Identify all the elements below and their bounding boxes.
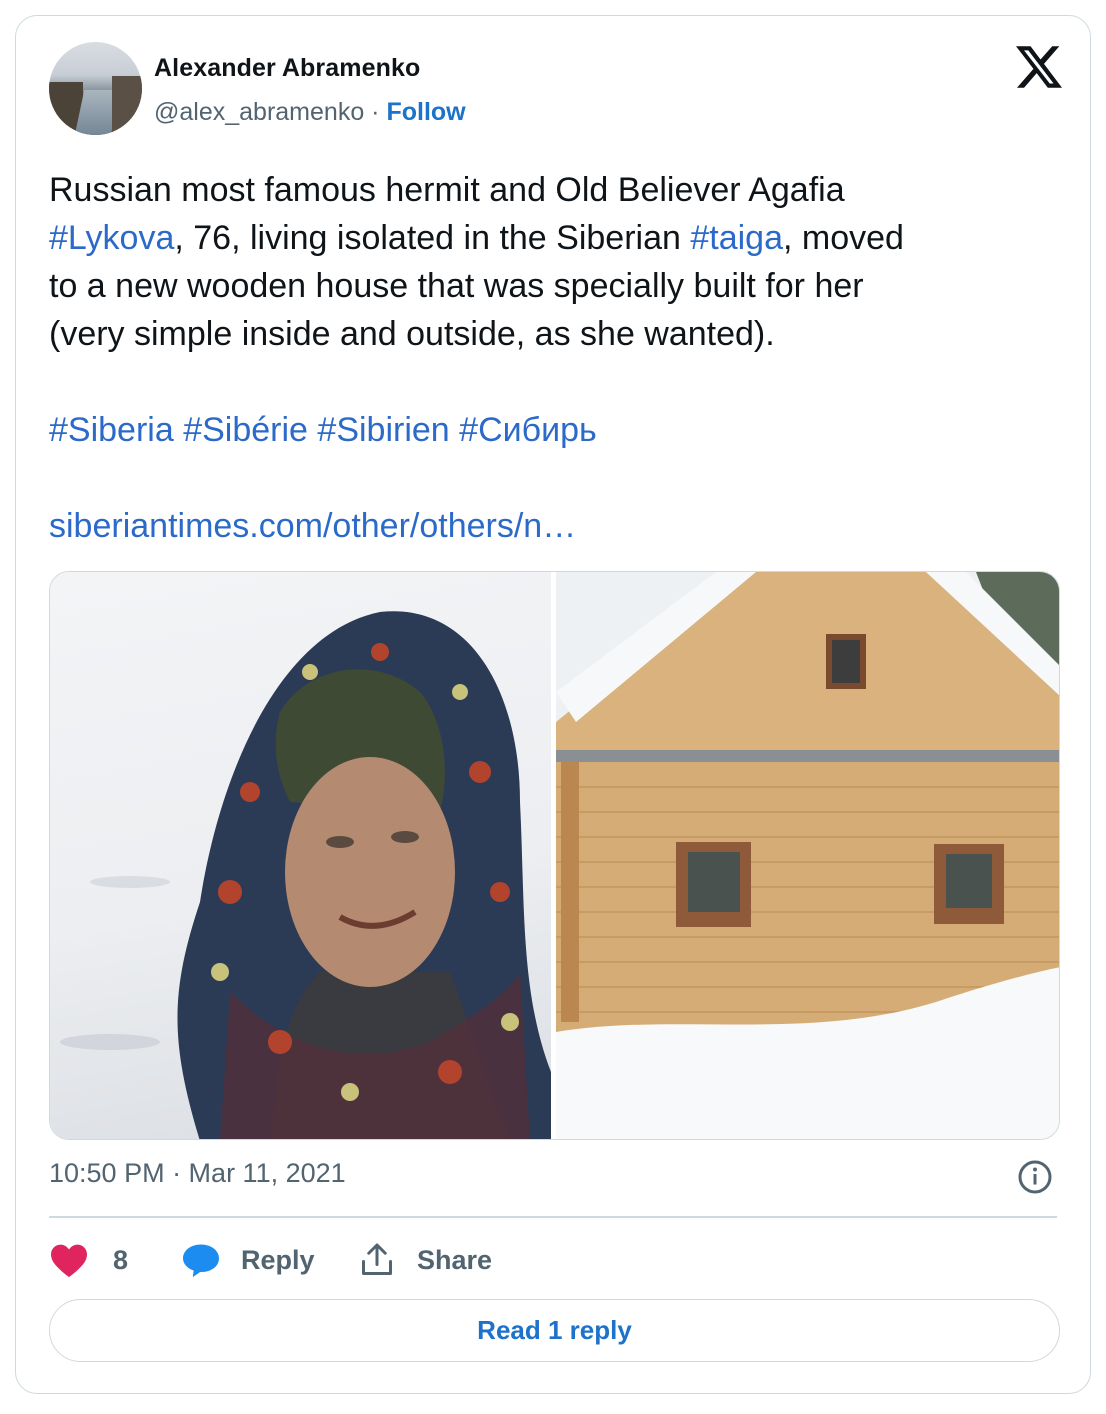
handle-separator: · bbox=[371, 98, 380, 126]
like-count: 8 bbox=[113, 1244, 129, 1275]
tweet-text-segment bbox=[308, 411, 317, 449]
author-handle[interactable]: @alex_abramenko bbox=[154, 98, 364, 126]
like-button[interactable]: 8 bbox=[49, 1238, 128, 1282]
follow-button[interactable]: Follow bbox=[386, 98, 465, 126]
tweet-text-segment bbox=[450, 411, 459, 449]
wooden-house-illustration bbox=[556, 572, 1059, 1139]
speech-bubble-icon bbox=[183, 1244, 219, 1278]
tweet-text-segment bbox=[174, 411, 183, 449]
hermit-portrait-illustration bbox=[60, 611, 551, 1139]
tweet-card: Alexander Abramenko @alex_abramenko · Fo… bbox=[15, 15, 1091, 1394]
photo-wooden-house[interactable] bbox=[556, 572, 1059, 1139]
share-label: Share bbox=[417, 1244, 493, 1275]
hashtag-link[interactable]: #taiga bbox=[690, 219, 783, 257]
author-handle-row: @alex_abramenko · Follow bbox=[154, 98, 466, 127]
share-arrow-icon bbox=[362, 1243, 392, 1275]
tweet-text-segment: Russian most famous hermit and Old Belie… bbox=[49, 171, 845, 209]
divider bbox=[49, 1216, 1057, 1218]
tweet-text-segment: , 76, living isolated in the Siberian bbox=[174, 219, 691, 257]
photo-hermit-portrait[interactable] bbox=[50, 572, 551, 1139]
hashtag-link[interactable]: #Sibirien bbox=[317, 411, 449, 449]
tweet-text: Russian most famous hermit and Old Belie… bbox=[49, 166, 1059, 550]
heart-icon bbox=[51, 1244, 87, 1278]
media-grid[interactable] bbox=[49, 571, 1060, 1140]
article-link[interactable]: siberiantimes.com/other/others/n… bbox=[49, 507, 576, 545]
share-button[interactable]: Share bbox=[359, 1238, 492, 1282]
tweet-timestamp[interactable]: 10:50 PM · Mar 11, 2021 bbox=[49, 1158, 346, 1189]
hashtag-link[interactable]: #Sibérie bbox=[183, 411, 308, 449]
reply-button[interactable]: Reply bbox=[181, 1238, 315, 1282]
author-name[interactable]: Alexander Abramenko bbox=[154, 54, 420, 83]
hashtag-link[interactable]: #Сибирь bbox=[459, 411, 597, 449]
action-bar: 8 Reply Share bbox=[49, 1238, 749, 1282]
avatar-building-right bbox=[112, 76, 142, 135]
author-avatar[interactable] bbox=[49, 42, 142, 135]
read-replies-button[interactable]: Read 1 reply bbox=[49, 1299, 1060, 1362]
hashtag-link[interactable]: #Lykova bbox=[49, 219, 174, 257]
info-icon[interactable] bbox=[1017, 1159, 1053, 1195]
hashtag-link[interactable]: #Siberia bbox=[49, 411, 174, 449]
reply-label: Reply bbox=[241, 1244, 315, 1275]
x-logo-icon[interactable] bbox=[1016, 44, 1062, 90]
